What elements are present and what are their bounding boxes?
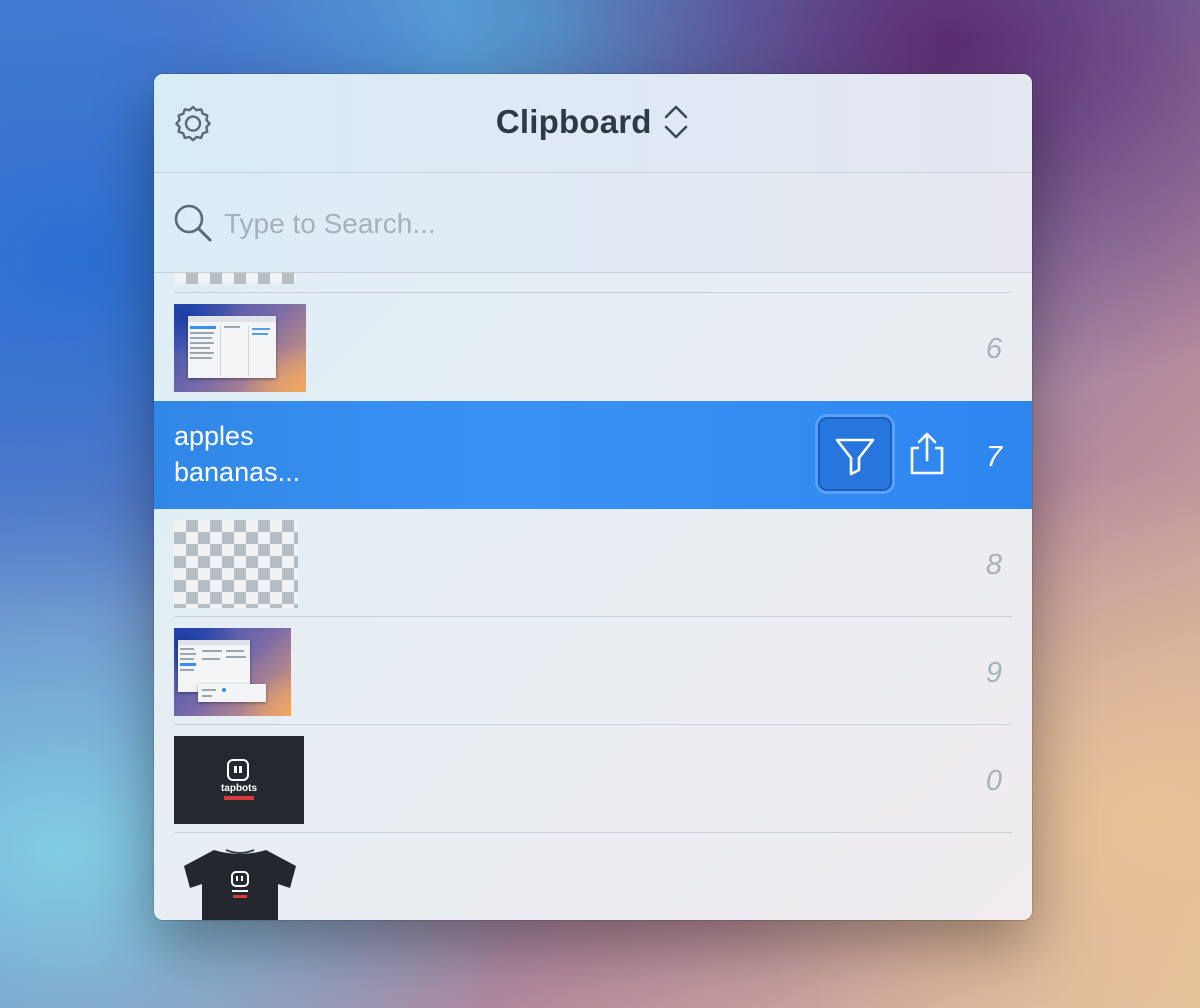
shortcut-number: 6 xyxy=(985,333,1002,365)
text-preview: apples bananas... xyxy=(174,418,300,490)
tshirt-image-thumbnail xyxy=(174,844,306,920)
brand-text: tapbots xyxy=(220,783,258,794)
shortcut-number: 9 xyxy=(985,657,1002,689)
screenshot-thumbnail xyxy=(174,304,306,392)
title-bar: Clipboard xyxy=(154,74,1032,173)
list-item[interactable]: tapbots 0 xyxy=(154,725,1032,833)
robot-logo-icon xyxy=(227,759,249,781)
shortcut-number: 0 xyxy=(985,765,1002,797)
window-title: Clipboard xyxy=(495,103,652,140)
chevron-up-down-icon xyxy=(664,105,688,139)
shortcut-number: 7 xyxy=(985,441,1002,473)
filter-icon xyxy=(835,438,875,476)
list-item-partial[interactable] xyxy=(154,273,1032,293)
filter-button[interactable] xyxy=(818,417,892,491)
list-item[interactable]: 8 xyxy=(154,509,1032,617)
clipboard-list[interactable]: 6 apples bananas... 7 8 9 tapbots 0 xyxy=(154,273,1032,920)
list-item[interactable]: 6 xyxy=(154,293,1032,401)
shortcut-number: 8 xyxy=(985,549,1002,581)
tapbots-image-thumbnail: tapbots xyxy=(174,736,304,824)
search-icon xyxy=(174,204,212,242)
clipboard-window: Clipboard Type to Search... 6 apples ban… xyxy=(154,74,1032,920)
title-selector[interactable]: Clipboard xyxy=(154,102,1032,142)
tshirt-icon xyxy=(184,849,296,920)
text-line-2: bananas... xyxy=(174,457,301,487)
transparent-image-thumbnail xyxy=(174,520,298,608)
transparent-image-thumbnail xyxy=(174,273,296,284)
text-line-1: apples xyxy=(174,421,254,451)
search-input[interactable] xyxy=(222,203,986,245)
screenshot-thumbnail xyxy=(174,628,291,716)
list-item[interactable]: 9 xyxy=(154,617,1032,725)
list-item-selected[interactable]: apples bananas... 7 xyxy=(154,401,1032,509)
search-bar xyxy=(154,173,1032,273)
list-item[interactable] xyxy=(154,833,1032,920)
share-icon[interactable] xyxy=(906,431,948,477)
